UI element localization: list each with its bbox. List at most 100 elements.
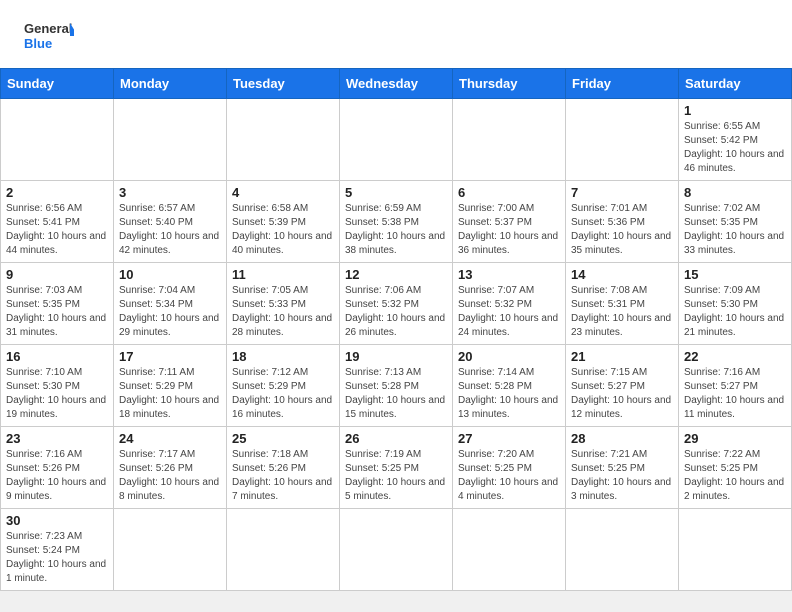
day-number: 1 (684, 103, 786, 118)
day-info: Sunrise: 7:16 AMSunset: 5:26 PMDaylight:… (6, 448, 108, 504)
calendar-cell (679, 509, 792, 591)
day-info: Sunrise: 6:59 AMSunset: 5:38 PMDaylight:… (345, 202, 447, 258)
day-number: 27 (458, 431, 560, 446)
day-number: 30 (6, 513, 108, 528)
day-info: Sunrise: 7:00 AMSunset: 5:37 PMDaylight:… (458, 202, 560, 258)
day-number: 18 (232, 349, 334, 364)
calendar-cell: 30 Sunrise: 7:23 AMSunset: 5:24 PMDayligh… (1, 509, 114, 591)
calendar: SundayMondayTuesdayWednesdayThursdayFrid… (0, 68, 792, 591)
calendar-week-row: 9 Sunrise: 7:03 AMSunset: 5:35 PMDaylight… (1, 263, 792, 345)
day-info: Sunrise: 7:22 AMSunset: 5:25 PMDaylight:… (684, 448, 786, 504)
day-number: 21 (571, 349, 673, 364)
day-number: 25 (232, 431, 334, 446)
calendar-cell (340, 509, 453, 591)
calendar-cell: 15 Sunrise: 7:09 AMSunset: 5:30 PMDayligh… (679, 263, 792, 345)
day-info: Sunrise: 7:16 AMSunset: 5:27 PMDaylight:… (684, 366, 786, 422)
calendar-cell: 28Sunrise: 7:21 AMSunset: 5:25 PMDayligh… (566, 427, 679, 509)
day-info: Sunrise: 6:57 AMSunset: 5:40 PMDaylight:… (119, 202, 221, 258)
day-number: 15 (684, 267, 786, 282)
calendar-header-row: SundayMondayTuesdayWednesdayThursdayFrid… (1, 69, 792, 99)
day-of-week-header: Saturday (679, 69, 792, 99)
day-info: Sunrise: 7:05 AMSunset: 5:33 PMDaylight:… (232, 284, 334, 340)
day-info: Sunrise: 7:21 AMSunset: 5:25 PMDaylight:… (571, 448, 673, 504)
day-info: Sunrise: 7:07 AMSunset: 5:32 PMDaylight:… (458, 284, 560, 340)
calendar-cell: 29Sunrise: 7:22 AMSunset: 5:25 PMDayligh… (679, 427, 792, 509)
calendar-cell (227, 99, 340, 181)
day-number: 7 (571, 185, 673, 200)
calendar-cell (566, 509, 679, 591)
day-of-week-header: Wednesday (340, 69, 453, 99)
calendar-cell: 3 Sunrise: 6:57 AMSunset: 5:40 PMDaylight… (114, 181, 227, 263)
svg-text:General: General (24, 21, 72, 36)
calendar-cell: 5 Sunrise: 6:59 AMSunset: 5:38 PMDaylight… (340, 181, 453, 263)
day-info: Sunrise: 7:13 AMSunset: 5:28 PMDaylight:… (345, 366, 447, 422)
day-info: Sunrise: 7:19 AMSunset: 5:25 PMDaylight:… (345, 448, 447, 504)
calendar-cell: 10 Sunrise: 7:04 AMSunset: 5:34 PMDayligh… (114, 263, 227, 345)
day-info: Sunrise: 7:09 AMSunset: 5:30 PMDaylight:… (684, 284, 786, 340)
calendar-cell (114, 509, 227, 591)
day-number: 19 (345, 349, 447, 364)
calendar-cell: 20Sunrise: 7:14 AMSunset: 5:28 PMDayligh… (453, 345, 566, 427)
day-number: 22 (684, 349, 786, 364)
day-info: Sunrise: 7:15 AMSunset: 5:27 PMDaylight:… (571, 366, 673, 422)
calendar-cell: 25 Sunrise: 7:18 AMSunset: 5:26 PMDayligh… (227, 427, 340, 509)
calendar-cell (566, 99, 679, 181)
day-info: Sunrise: 7:12 AMSunset: 5:29 PMDaylight:… (232, 366, 334, 422)
calendar-cell: 27 Sunrise: 7:20 AMSunset: 5:25 PMDayligh… (453, 427, 566, 509)
calendar-cell: 19 Sunrise: 7:13 AMSunset: 5:28 PMDayligh… (340, 345, 453, 427)
calendar-cell (227, 509, 340, 591)
day-info: Sunrise: 7:06 AMSunset: 5:32 PMDaylight:… (345, 284, 447, 340)
day-of-week-header: Friday (566, 69, 679, 99)
day-number: 2 (6, 185, 108, 200)
calendar-cell: 18 Sunrise: 7:12 AMSunset: 5:29 PMDayligh… (227, 345, 340, 427)
day-info: Sunrise: 7:14 AMSunset: 5:28 PMDaylight:… (458, 366, 560, 422)
day-of-week-header: Sunday (1, 69, 114, 99)
day-number: 12 (345, 267, 447, 282)
header: General Blue (0, 0, 792, 68)
day-info: Sunrise: 7:04 AMSunset: 5:34 PMDaylight:… (119, 284, 221, 340)
day-info: Sunrise: 6:58 AMSunset: 5:39 PMDaylight:… (232, 202, 334, 258)
logo: General Blue (24, 18, 74, 58)
page: General Blue SundayMondayTuesdayWednesda… (0, 0, 792, 591)
calendar-cell: 22 Sunrise: 7:16 AMSunset: 5:27 PMDayligh… (679, 345, 792, 427)
calendar-cell: 7 Sunrise: 7:01 AMSunset: 5:36 PMDaylight… (566, 181, 679, 263)
day-info: Sunrise: 7:18 AMSunset: 5:26 PMDaylight:… (232, 448, 334, 504)
day-of-week-header: Thursday (453, 69, 566, 99)
day-number: 9 (6, 267, 108, 282)
day-number: 14 (571, 267, 673, 282)
calendar-cell: 6Sunrise: 7:00 AMSunset: 5:37 PMDaylight… (453, 181, 566, 263)
calendar-cell: 16Sunrise: 7:10 AMSunset: 5:30 PMDayligh… (1, 345, 114, 427)
calendar-cell: 23Sunrise: 7:16 AMSunset: 5:26 PMDayligh… (1, 427, 114, 509)
calendar-week-row: 16Sunrise: 7:10 AMSunset: 5:30 PMDayligh… (1, 345, 792, 427)
calendar-week-row: 1Sunrise: 6:55 AMSunset: 5:42 PMDaylight… (1, 99, 792, 181)
day-info: Sunrise: 7:23 AMSunset: 5:24 PMDaylight:… (6, 530, 108, 586)
day-number: 4 (232, 185, 334, 200)
calendar-cell: 8Sunrise: 7:02 AMSunset: 5:35 PMDaylight… (679, 181, 792, 263)
day-info: Sunrise: 6:56 AMSunset: 5:41 PMDaylight:… (6, 202, 108, 258)
day-number: 10 (119, 267, 221, 282)
day-number: 24 (119, 431, 221, 446)
day-info: Sunrise: 7:17 AMSunset: 5:26 PMDaylight:… (119, 448, 221, 504)
day-info: Sunrise: 7:01 AMSunset: 5:36 PMDaylight:… (571, 202, 673, 258)
calendar-cell: 2 Sunrise: 6:56 AMSunset: 5:41 PMDaylight… (1, 181, 114, 263)
day-info: Sunrise: 7:03 AMSunset: 5:35 PMDaylight:… (6, 284, 108, 340)
calendar-cell: 9 Sunrise: 7:03 AMSunset: 5:35 PMDaylight… (1, 263, 114, 345)
day-info: Sunrise: 7:11 AMSunset: 5:29 PMDaylight:… (119, 366, 221, 422)
day-number: 16 (6, 349, 108, 364)
calendar-cell: 12 Sunrise: 7:06 AMSunset: 5:32 PMDayligh… (340, 263, 453, 345)
calendar-cell (114, 99, 227, 181)
day-number: 3 (119, 185, 221, 200)
calendar-week-row: 23Sunrise: 7:16 AMSunset: 5:26 PMDayligh… (1, 427, 792, 509)
day-number: 8 (684, 185, 786, 200)
calendar-cell (453, 99, 566, 181)
calendar-week-row: 2 Sunrise: 6:56 AMSunset: 5:41 PMDaylight… (1, 181, 792, 263)
day-number: 13 (458, 267, 560, 282)
day-number: 11 (232, 267, 334, 282)
day-number: 5 (345, 185, 447, 200)
calendar-cell: 13 Sunrise: 7:07 AMSunset: 5:32 PMDayligh… (453, 263, 566, 345)
day-number: 17 (119, 349, 221, 364)
day-info: Sunrise: 7:20 AMSunset: 5:25 PMDaylight:… (458, 448, 560, 504)
calendar-cell (340, 99, 453, 181)
calendar-cell: 24 Sunrise: 7:17 AMSunset: 5:26 PMDayligh… (114, 427, 227, 509)
calendar-cell: 11 Sunrise: 7:05 AMSunset: 5:33 PMDayligh… (227, 263, 340, 345)
